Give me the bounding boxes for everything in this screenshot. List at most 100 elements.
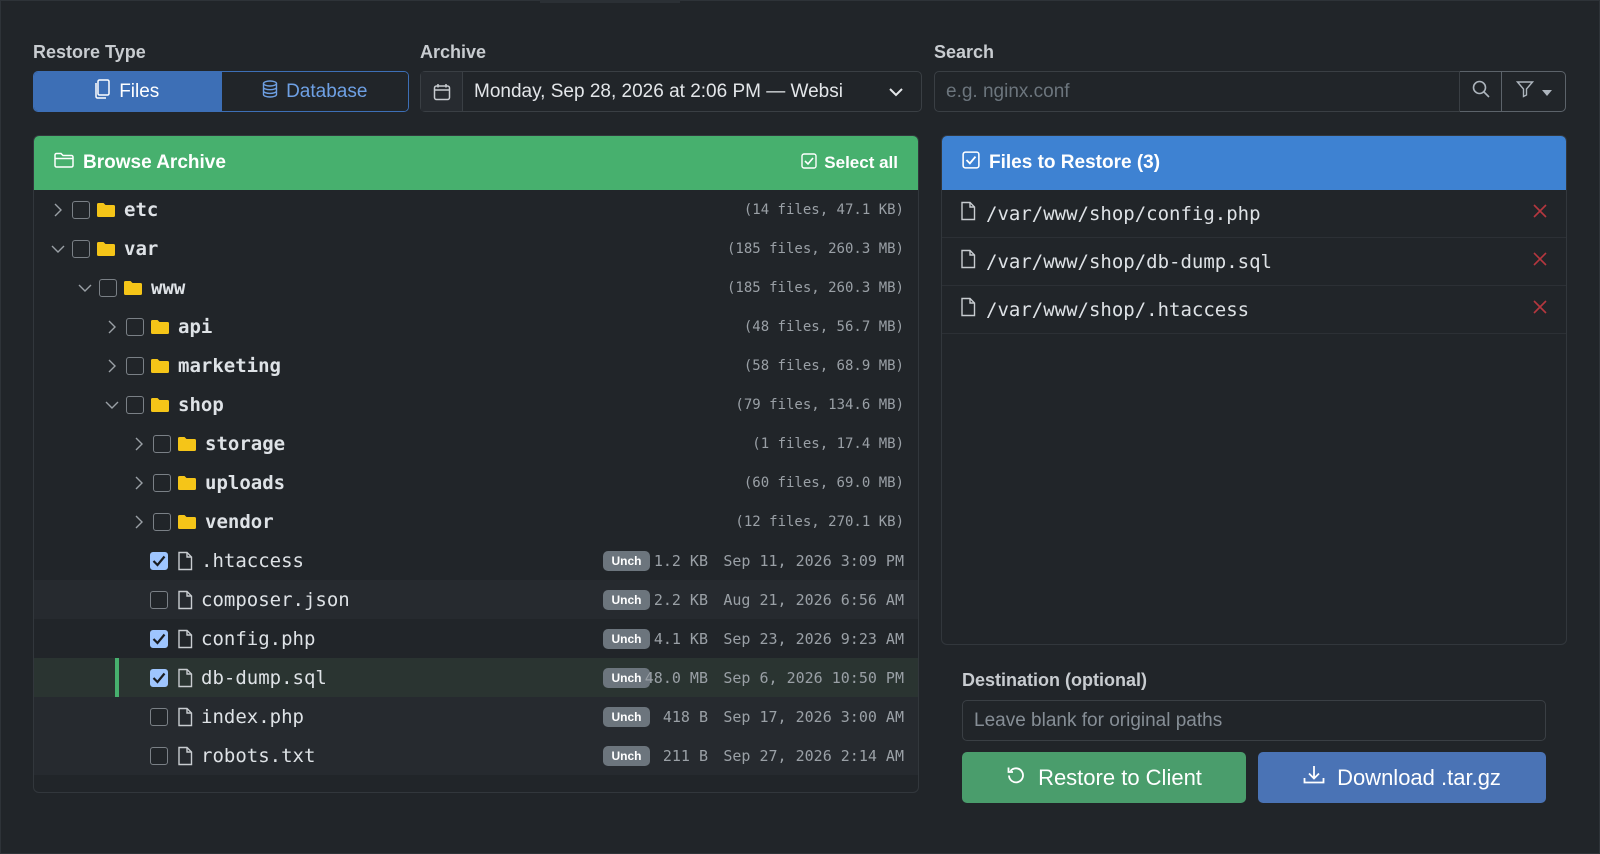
folder-row-api[interactable]: api (48 files, 56.7 MB): [34, 307, 918, 346]
search-icon: [1472, 80, 1490, 103]
file-row[interactable]: index.php Unch 418 B Sep 17, 2026 3:00 AM: [34, 697, 918, 736]
folder-meta: (185 files, 260.3 MB): [726, 240, 904, 257]
remove-icon[interactable]: [1532, 203, 1548, 224]
folder-meta: (58 files, 68.9 MB): [743, 357, 904, 374]
filter-dropdown-button[interactable]: [1502, 71, 1566, 112]
select-all-button[interactable]: Select all: [801, 152, 898, 174]
folder-checkbox[interactable]: [153, 473, 171, 492]
file-checkbox[interactable]: [150, 590, 168, 609]
file-checkbox[interactable]: [150, 707, 168, 726]
folder-open-icon: [54, 152, 74, 174]
file-row[interactable]: config.php Unch 4.1 KB Sep 23, 2026 9:23 AM: [34, 619, 918, 658]
folder-meta: (12 files, 270.1 KB): [735, 513, 904, 530]
file-row[interactable]: composer.json Unch 2.2 KB Aug 21, 2026 6:56…: [34, 580, 918, 619]
files-to-restore-header: Files to Restore (3): [942, 136, 1566, 190]
file-date: Aug 21, 2026 6:56 AM: [723, 590, 904, 609]
folder-row-uploads[interactable]: uploads (60 files, 69.0 MB): [34, 463, 918, 502]
file-name: index.php: [201, 705, 304, 728]
folder-meta: (48 files, 56.7 MB): [743, 318, 904, 335]
folder-row-etc[interactable]: etc (14 files, 47.1 KB): [34, 190, 918, 229]
restore-item: /var/www/shop/config.php: [942, 190, 1566, 238]
download-tar-button[interactable]: Download .tar.gz: [1258, 752, 1546, 803]
folder-name: storage: [205, 432, 286, 455]
file-name: config.php: [201, 627, 316, 650]
search-label: Search: [934, 42, 995, 62]
files-to-restore-panel: Files to Restore (3) /var/www/shop/confi…: [941, 135, 1567, 645]
file-checkbox[interactable]: [150, 629, 168, 648]
destination-input[interactable]: [962, 700, 1546, 741]
chevron-right-icon[interactable]: [131, 437, 147, 451]
folder-row-storage[interactable]: storage (1 files, 17.4 MB): [34, 424, 918, 463]
folder-row-var[interactable]: var (185 files, 260.3 MB): [34, 229, 918, 268]
status-badge: Unch: [603, 667, 650, 688]
folder-row-shop[interactable]: shop (79 files, 134.6 MB): [34, 385, 918, 424]
folder-icon: [177, 514, 197, 530]
search-button[interactable]: [1460, 71, 1502, 112]
top-tab-edge: [540, 0, 680, 3]
chevron-down-icon[interactable]: [104, 400, 120, 410]
file-icon: [177, 707, 193, 727]
file-size: 2.2 KB: [653, 590, 708, 609]
file-name: composer.json: [201, 588, 350, 611]
file-row[interactable]: db-dump.sql Unch 48.0 MB Sep 6, 2026 10:50 …: [34, 658, 918, 697]
file-icon: [960, 297, 976, 322]
browse-archive-title: Browse Archive: [83, 152, 226, 173]
folder-checkbox[interactable]: [153, 512, 171, 531]
file-size: 211 B: [662, 746, 708, 765]
archive-value: Monday, Sep 28, 2026 at 2:06 PM — Websi: [474, 80, 843, 102]
folder-checkbox[interactable]: [72, 239, 90, 258]
select-all-label: Select all: [824, 153, 898, 172]
folder-checkbox[interactable]: [153, 434, 171, 453]
file-name: db-dump.sql: [201, 666, 327, 689]
folder-checkbox[interactable]: [126, 395, 144, 414]
folder-icon: [150, 319, 170, 335]
chevron-right-icon[interactable]: [104, 359, 120, 373]
archive-label: Archive: [420, 42, 487, 62]
search-input[interactable]: [934, 71, 1460, 112]
restore-type-label: Restore Type: [33, 42, 146, 62]
file-icon: [177, 746, 193, 766]
remove-icon[interactable]: [1532, 251, 1548, 272]
chevron-down-icon: [871, 72, 921, 111]
folder-checkbox[interactable]: [126, 317, 144, 336]
folder-checkbox[interactable]: [126, 356, 144, 375]
caret-down-icon: [1541, 83, 1552, 101]
chevron-down-icon[interactable]: [50, 244, 66, 254]
remove-icon[interactable]: [1532, 299, 1548, 320]
chevron-down-icon[interactable]: [77, 283, 93, 293]
chevron-right-icon[interactable]: [104, 320, 120, 334]
file-checkbox[interactable]: [150, 668, 168, 687]
folder-checkbox[interactable]: [72, 200, 90, 219]
folder-meta: (185 files, 260.3 MB): [726, 279, 904, 296]
folder-row-marketing[interactable]: marketing (58 files, 68.9 MB): [34, 346, 918, 385]
folder-icon: [96, 241, 116, 257]
filter-icon: [1515, 80, 1534, 103]
browse-archive-header: Browse Archive Select all: [34, 136, 918, 190]
file-size: 48.0 MB: [644, 668, 708, 687]
chevron-right-icon[interactable]: [131, 476, 147, 490]
chevron-right-icon[interactable]: [50, 203, 66, 217]
file-checkbox[interactable]: [150, 746, 168, 765]
destination-label: Destination (optional): [962, 670, 1147, 690]
folder-name: uploads: [205, 471, 286, 494]
folder-row-vendor[interactable]: vendor (12 files, 270.1 KB): [34, 502, 918, 541]
folder-checkbox[interactable]: [99, 278, 117, 297]
file-checkbox[interactable]: [150, 551, 168, 570]
file-icon: [177, 551, 193, 571]
archive-select[interactable]: Monday, Sep 28, 2026 at 2:06 PM — Websi: [420, 71, 922, 112]
file-name: robots.txt: [201, 744, 316, 767]
file-icon: [177, 629, 193, 649]
folder-icon: [150, 397, 170, 413]
file-row[interactable]: .htaccess Unch 1.2 KB Sep 11, 2026 3:09 PM: [34, 541, 918, 580]
database-toggle-button[interactable]: Database: [220, 72, 408, 111]
folder-row-www[interactable]: www (185 files, 260.3 MB): [34, 268, 918, 307]
restore-item-path: /var/www/shop/db-dump.sql: [986, 250, 1272, 273]
file-name: .htaccess: [201, 549, 304, 572]
file-row[interactable]: robots.txt Unch 211 B Sep 27, 2026 2:14 AM: [34, 736, 918, 775]
restore-to-client-button[interactable]: Restore to Client: [962, 752, 1246, 803]
status-badge: Unch: [603, 706, 650, 727]
files-toggle-button[interactable]: Files: [34, 72, 221, 111]
chevron-right-icon[interactable]: [131, 515, 147, 529]
file-icon: [177, 590, 193, 610]
file-icon: [177, 668, 193, 688]
